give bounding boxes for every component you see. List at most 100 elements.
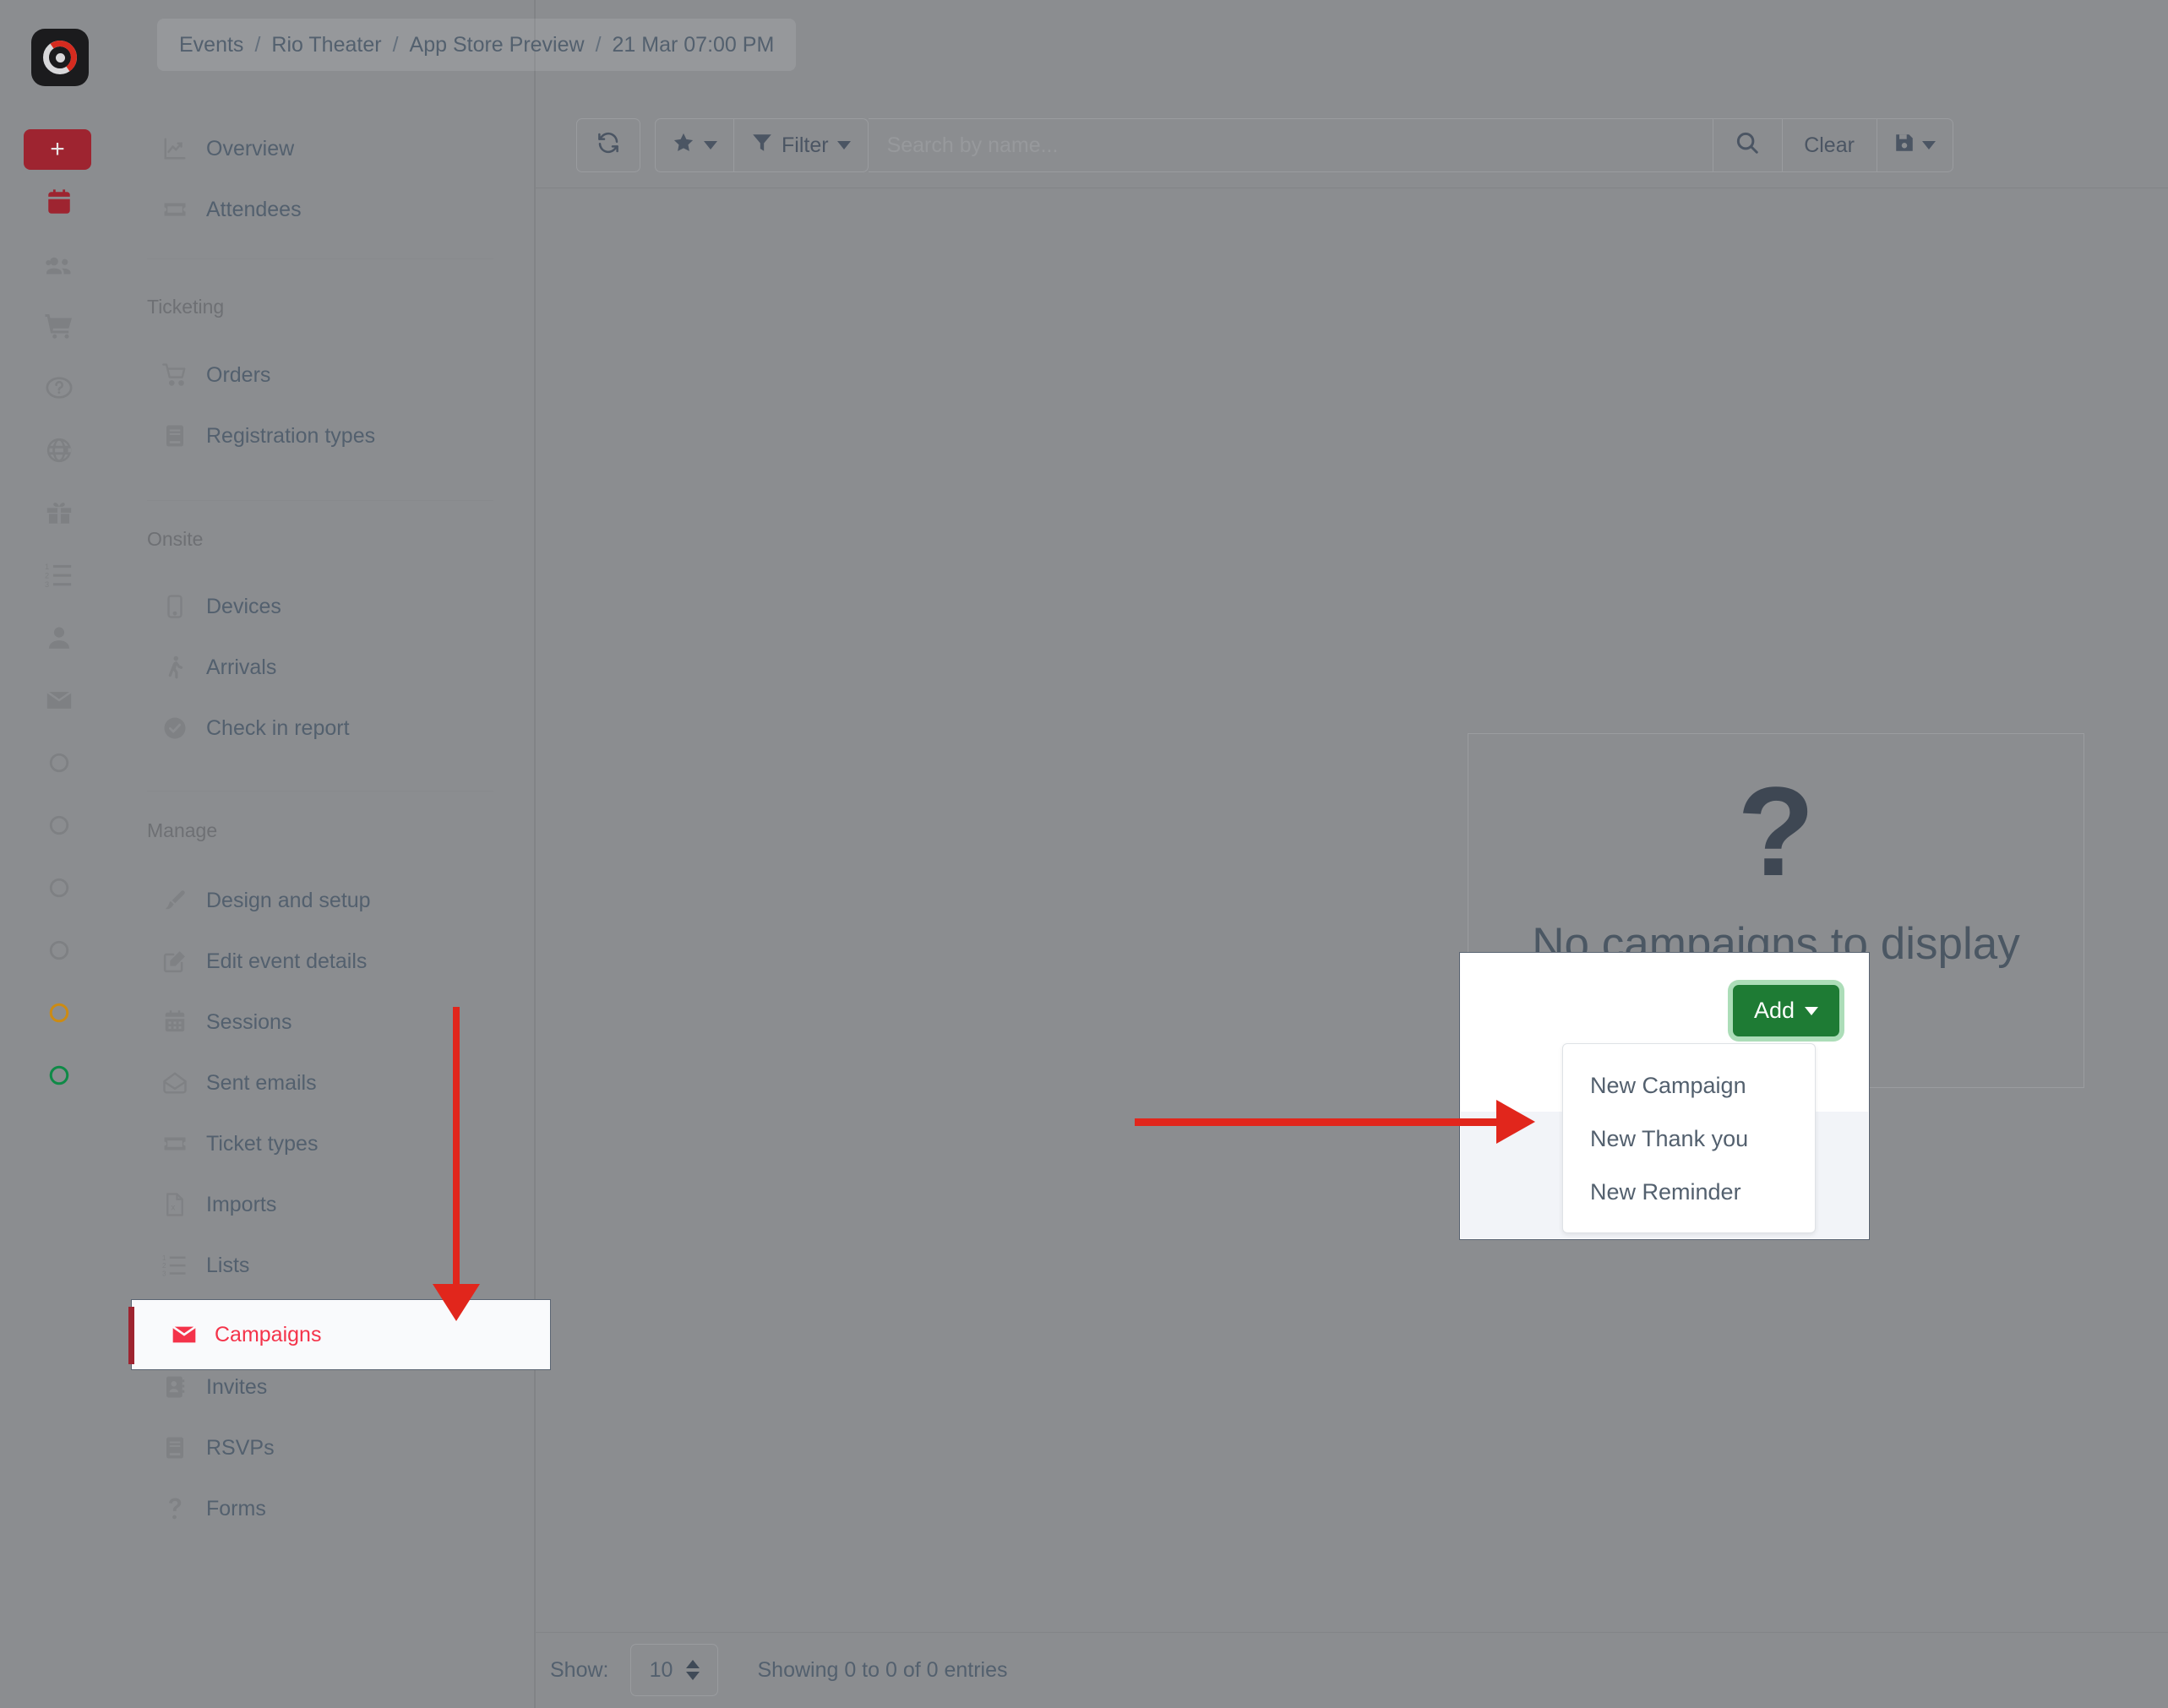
sidebar-item-orders[interactable]: Orders — [123, 355, 535, 395]
sidebar-item-design-and-setup[interactable]: Design and setup — [123, 880, 535, 921]
circle-icon[interactable] — [36, 802, 82, 848]
table-footer: Show: 10 Showing 0 to 0 of 0 entries — [535, 1632, 2168, 1708]
book-icon — [162, 1435, 201, 1461]
entries-info: Showing 0 to 0 of 0 entries — [757, 1657, 1008, 1682]
numbered-list-icon[interactable]: 123 — [36, 552, 82, 598]
gauge-logo-icon[interactable] — [31, 29, 89, 86]
sidebar-divider — [147, 500, 493, 501]
check-circle-icon — [162, 715, 201, 741]
menu-item-new-reminder[interactable]: New Reminder — [1563, 1166, 1815, 1219]
circle-icon-orange[interactable] — [36, 990, 82, 1036]
sidebar-section-onsite: Onsite — [147, 528, 204, 550]
sidebar-item-label: Registration types — [206, 423, 376, 448]
breadcrumb-item-events[interactable]: Events — [179, 33, 243, 57]
refresh-icon — [596, 130, 621, 161]
sidebar-item-forms[interactable]: Forms — [123, 1488, 535, 1529]
breadcrumb-separator: / — [595, 32, 602, 57]
envelope-icon[interactable] — [36, 677, 82, 723]
book-icon — [162, 423, 201, 449]
edit-square-icon — [162, 949, 201, 974]
sidebar-item-label: Lists — [206, 1253, 250, 1277]
search-icon — [1735, 130, 1760, 161]
mobile-icon — [162, 594, 201, 619]
help-circle-icon[interactable] — [36, 365, 82, 411]
svg-text:3: 3 — [45, 580, 49, 589]
annotation-arrow-down — [433, 1007, 480, 1321]
sidebar-item-label: Overview — [206, 136, 295, 160]
contact-card-icon — [162, 1374, 201, 1400]
sidebar-item-label: Orders — [206, 362, 271, 387]
envelope-icon — [171, 1321, 210, 1348]
ticket-icon — [162, 1131, 201, 1156]
clear-button[interactable]: Clear — [1782, 118, 1877, 172]
content-toolbar: Filter Clear — [535, 81, 2168, 188]
star-icon — [672, 131, 695, 160]
people-icon[interactable] — [36, 242, 82, 288]
sidebar-item-label: Ticket types — [206, 1131, 319, 1156]
refresh-button[interactable] — [576, 118, 640, 172]
cart-icon[interactable] — [36, 304, 82, 350]
svg-text:x: x — [171, 1203, 175, 1212]
sidebar-item-edit-event-details[interactable]: Edit event details — [123, 941, 535, 982]
circle-icon[interactable] — [36, 740, 82, 786]
add-campaign-popup: Add New Campaign New Thank you New Remin… — [1459, 952, 1870, 1240]
sidebar-item-imports[interactable]: x Imports — [123, 1184, 535, 1225]
filter-label: Filter — [782, 133, 829, 157]
sidebar-item-check-in-report[interactable]: Check in report — [123, 708, 535, 748]
spinner-arrows-icon — [686, 1660, 700, 1680]
person-icon[interactable] — [36, 615, 82, 661]
search-input[interactable] — [868, 118, 1713, 172]
funnel-icon — [751, 132, 773, 160]
rail-add-button[interactable]: + — [24, 129, 91, 170]
search-button[interactable] — [1713, 118, 1783, 172]
add-button[interactable]: Add — [1732, 985, 1839, 1036]
menu-item-new-thank-you[interactable]: New Thank you — [1563, 1112, 1815, 1166]
filter-dropdown-button[interactable]: Filter — [734, 118, 869, 172]
breadcrumb-item-datetime[interactable]: 21 Mar 07:00 PM — [613, 33, 775, 57]
breadcrumb-item-venue[interactable]: Rio Theater — [271, 33, 381, 57]
sidebar-item-devices[interactable]: Devices — [123, 586, 535, 627]
circle-icon-green[interactable] — [36, 1053, 82, 1098]
paintbrush-icon — [162, 888, 201, 913]
sidebar-item-campaigns[interactable]: Campaigns — [128, 1299, 551, 1370]
circle-icon[interactable] — [36, 865, 82, 911]
breadcrumb: Events / Rio Theater / App Store Preview… — [157, 19, 797, 71]
gift-icon[interactable] — [36, 490, 82, 536]
sidebar-item-lists[interactable]: 123 Lists — [123, 1245, 535, 1286]
sidebar-item-label: Campaigns — [215, 1322, 322, 1346]
sidebar-item-overview[interactable]: Overview — [123, 128, 535, 169]
sidebar-item-ticket-types[interactable]: Ticket types — [123, 1123, 535, 1164]
sidebar-item-label: RSVPs — [206, 1435, 275, 1460]
add-dropdown-menu: New Campaign New Thank you New Reminder — [1562, 1043, 1816, 1233]
sidebar-item-label: Sessions — [206, 1009, 292, 1034]
sidebar-item-label: Edit event details — [206, 949, 368, 973]
sidebar-section-ticketing: Ticketing — [147, 296, 225, 318]
menu-item-new-campaign[interactable]: New Campaign — [1563, 1059, 1815, 1112]
sidebar-item-sessions[interactable]: Sessions — [123, 1002, 535, 1042]
open-envelope-icon — [162, 1070, 201, 1096]
globe-icon[interactable] — [36, 427, 82, 473]
sidebar-item-registration-types[interactable]: Registration types — [123, 416, 535, 456]
annotation-arrow-right — [1135, 1100, 1535, 1144]
chart-line-icon — [162, 136, 201, 161]
icon-rail: + 123 — [0, 0, 123, 1708]
sidebar-item-invites[interactable]: Invites — [123, 1367, 535, 1407]
save-view-dropdown-button[interactable] — [1877, 118, 1953, 172]
favorites-dropdown-button[interactable] — [655, 118, 734, 172]
sidebar-item-sent-emails[interactable]: Sent emails — [123, 1063, 535, 1103]
sidebar-item-attendees[interactable]: Attendees — [123, 189, 535, 230]
chevron-down-icon — [1922, 141, 1936, 150]
calendar-icon[interactable] — [36, 180, 82, 226]
breadcrumb-separator: / — [254, 32, 261, 57]
sidebar-nav: Overview Attendees Ticketing Orders Regi… — [123, 0, 535, 1708]
sidebar-item-label: Imports — [206, 1192, 277, 1216]
page-size-select[interactable]: 10 — [630, 1644, 719, 1696]
sidebar-item-label: Devices — [206, 594, 281, 618]
sidebar-item-arrivals[interactable]: Arrivals — [123, 647, 535, 688]
question-mark-icon: ? — [1737, 760, 1815, 902]
svg-text:2: 2 — [45, 572, 49, 580]
breadcrumb-item-event[interactable]: App Store Preview — [410, 33, 585, 57]
sidebar-item-rsvps[interactable]: RSVPs — [123, 1428, 535, 1468]
circle-icon[interactable] — [36, 927, 82, 973]
sidebar-item-label: Attendees — [206, 197, 302, 221]
